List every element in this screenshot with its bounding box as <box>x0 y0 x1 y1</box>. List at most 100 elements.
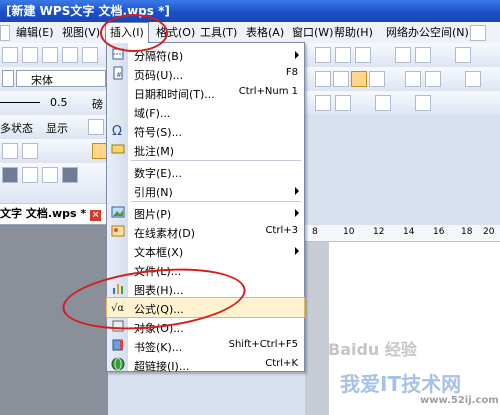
help-icon[interactable] <box>470 25 486 41</box>
menu-item-symbol[interactable]: Ω 符号(S)... <box>107 121 304 140</box>
menu-edit[interactable]: 编辑(E) <box>12 22 58 43</box>
menu-item-label: 对象(O)... <box>134 322 184 335</box>
save-icon[interactable] <box>42 47 58 63</box>
columns-icon[interactable] <box>415 47 431 63</box>
menu-item-object[interactable]: 对象(O)... <box>107 317 304 336</box>
new-file-icon[interactable] <box>2 47 18 63</box>
picture-icon <box>111 206 125 218</box>
menu-item-hyperlink[interactable]: 超链接(I)... Ctrl+K <box>107 355 304 373</box>
bullets-icon[interactable] <box>425 71 441 87</box>
svg-text:Ω: Ω <box>112 124 122 137</box>
menu-view[interactable]: 视图(V) <box>58 22 104 43</box>
font-name-value: 宋体 <box>31 74 53 87</box>
numbering-icon[interactable] <box>405 71 421 87</box>
arrow-icon[interactable] <box>42 167 58 183</box>
standard-toolbar <box>0 43 108 68</box>
menu-item-break[interactable]: 分隔符(B) <box>107 45 304 64</box>
right-empty-area <box>305 115 500 226</box>
menu-item-bookmark[interactable]: 书签(K)... Shift+Ctrl+F5 <box>107 336 304 355</box>
menu-network-office[interactable]: 网络办公空间(N) <box>382 22 473 43</box>
menu-item-label: 公式(Q)... <box>134 303 184 316</box>
accept-icon[interactable] <box>22 143 38 159</box>
baidu-watermark: Baidu 经验 <box>328 340 417 359</box>
style-dropdown[interactable] <box>2 70 14 87</box>
menu-item-label: 书签(K)... <box>134 341 183 354</box>
page-number-icon: # <box>113 66 123 80</box>
menu-item-label: 超链接(I)... <box>134 360 190 373</box>
menu-item-formula[interactable]: √α 公式(Q)... <box>106 297 305 318</box>
menu-insert[interactable]: 插入(I) <box>105 22 149 43</box>
align-center-icon[interactable] <box>333 71 349 87</box>
align-right-icon[interactable] <box>369 71 385 87</box>
menu-item-file[interactable]: 文件(L)... <box>107 260 304 279</box>
menu-item-label: 图表(H)... <box>134 284 184 297</box>
settings-icon[interactable] <box>88 119 104 135</box>
submenu-arrow-icon <box>295 247 299 255</box>
formula-toolbar-icon[interactable] <box>335 47 351 63</box>
globe-link-icon <box>111 357 125 371</box>
border-icon[interactable] <box>315 95 331 111</box>
review-toolbar <box>0 139 108 164</box>
font-color-icon[interactable] <box>415 95 431 111</box>
menu-help[interactable]: 帮助(H) <box>330 22 377 43</box>
drawing-icon[interactable] <box>395 47 411 63</box>
menu-bar: 编辑(E) 视图(V) 插入(I) 格式(O) 工具(T) 表格(A) 窗口(W… <box>0 22 500 44</box>
document-tab[interactable]: 文字 文档.wps * × <box>0 204 108 225</box>
text-direction-icon[interactable] <box>375 95 391 111</box>
ruler-tick: 10 <box>343 227 355 237</box>
menu-tools[interactable]: 工具(T) <box>196 22 241 43</box>
menu-separator <box>131 201 301 202</box>
open-icon[interactable] <box>22 47 38 63</box>
alignment-toolbar <box>305 67 500 92</box>
document-tab-name: 文字 文档.wps * <box>0 207 87 220</box>
menu-item-label: 域(F)... <box>134 107 171 120</box>
line-width-value[interactable]: 0.5 <box>50 96 68 109</box>
menu-item-page-number[interactable]: # 页码(U)... F8 <box>107 64 304 83</box>
menu-item-picture[interactable]: 图片(P) <box>107 203 304 222</box>
menu-item-shortcut: Ctrl+3 <box>265 225 298 236</box>
preview-icon[interactable] <box>82 47 98 63</box>
menu-item-reference[interactable]: 引用(N) <box>107 181 304 200</box>
fill-icon[interactable] <box>62 167 78 183</box>
close-tab-icon[interactable]: × <box>90 210 102 221</box>
menu-item-field[interactable]: 域(F)... <box>107 102 304 121</box>
align-justify-icon[interactable] <box>351 71 367 87</box>
print-icon[interactable] <box>62 47 78 63</box>
shape-icon[interactable] <box>22 167 38 183</box>
ruler-tick: 18 <box>461 227 473 237</box>
site-watermark: 我爱IT技术网 <box>340 372 462 396</box>
line-style-sample[interactable] <box>0 102 40 103</box>
page-margin <box>305 242 329 415</box>
shading-icon[interactable] <box>335 95 351 111</box>
drawing-toolbar <box>0 163 108 204</box>
menu-item-online-material[interactable]: 在线素材(D) Ctrl+3 <box>107 222 304 241</box>
formula-icon: √α <box>111 303 124 314</box>
menu-table[interactable]: 表格(A) <box>242 22 288 43</box>
menu-item-date-time[interactable]: 日期和时间(T)... Ctrl+Num 1 <box>107 83 304 102</box>
track-changes-icon[interactable] <box>2 143 18 159</box>
menu-item-number[interactable]: 数字(E)... <box>107 162 304 181</box>
menu-item-shortcut: Shift+Ctrl+F5 <box>228 339 298 350</box>
draw-tool-icon[interactable] <box>2 167 18 183</box>
font-name-dropdown[interactable]: 宋体 <box>16 70 106 87</box>
menu-item-text-box[interactable]: 文本框(X) <box>107 241 304 260</box>
menu-item-chart[interactable]: 图表(H)... <box>107 279 304 298</box>
ruler-tick: 16 <box>433 227 445 237</box>
menu-separator <box>131 160 301 161</box>
format-toolbar <box>305 91 500 116</box>
chart-icon[interactable] <box>355 47 371 63</box>
status-dropdown[interactable]: 多状态 <box>0 120 33 136</box>
zoom-icon[interactable] <box>455 47 471 63</box>
menu-format[interactable]: 格式(O) <box>152 22 199 43</box>
menu-item-shortcut: F8 <box>285 67 298 78</box>
app-menu-icon[interactable] <box>0 25 10 41</box>
table-icon[interactable] <box>315 47 331 63</box>
workspace-background <box>0 225 108 415</box>
display-dropdown[interactable]: 显示 <box>46 120 68 136</box>
menu-item-label: 分隔符(B) <box>134 50 184 63</box>
indent-icon[interactable] <box>465 71 481 87</box>
align-left-icon[interactable] <box>315 71 331 87</box>
menu-item-comment[interactable]: 批注(M) <box>107 140 304 159</box>
horizontal-ruler[interactable]: 8 10 12 14 16 18 20 <box>305 225 500 242</box>
ruler-tick: 20 <box>483 227 495 237</box>
